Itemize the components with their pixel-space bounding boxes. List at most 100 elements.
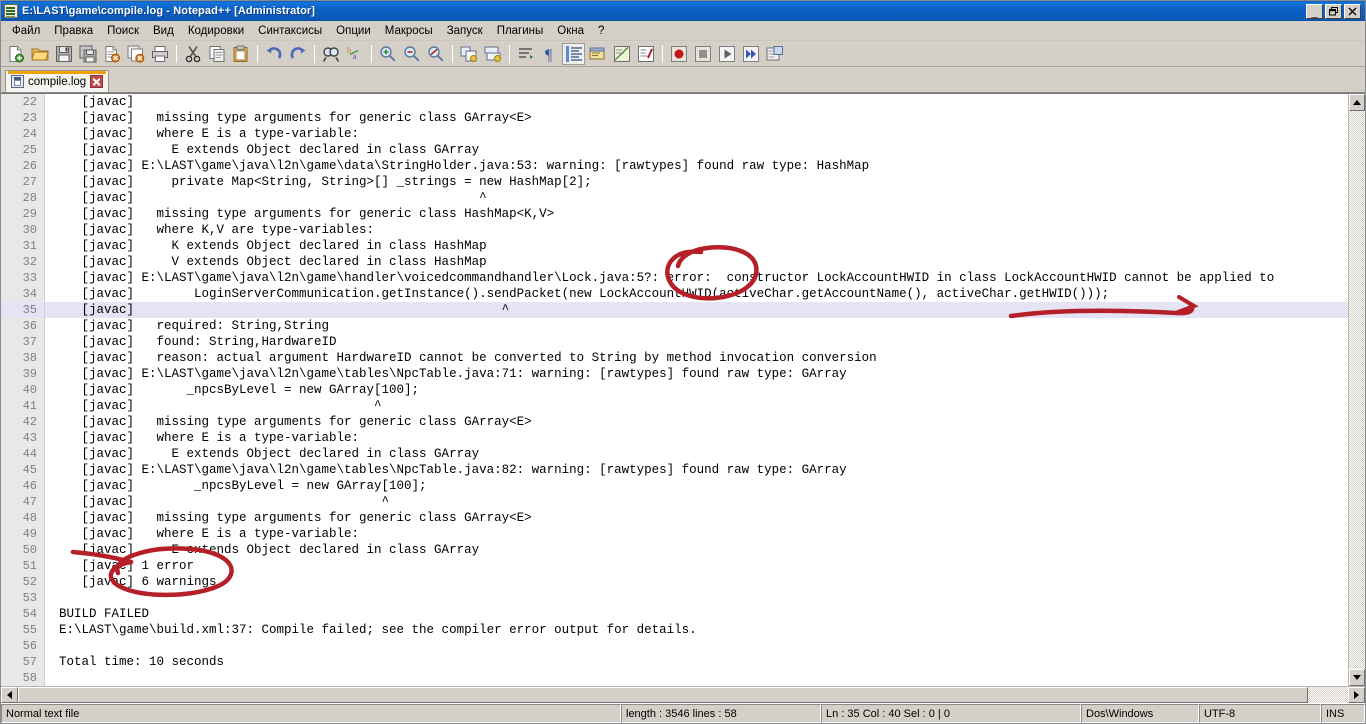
redo-icon[interactable]	[286, 43, 309, 65]
code-line[interactable]: 53	[1, 590, 1348, 606]
scroll-up-arrow[interactable]	[1349, 94, 1365, 111]
menu-encoding[interactable]: Кодировки	[181, 23, 251, 39]
vertical-scroll-track[interactable]	[1349, 111, 1365, 669]
code-line[interactable]: 55 E:\LAST\game\build.xml:37: Compile fai…	[1, 622, 1348, 638]
paste-icon[interactable]	[229, 43, 252, 65]
code-line[interactable]: 54 BUILD FAILED	[1, 606, 1348, 622]
code-line[interactable]: 26 [javac] E:\LAST\game\java\l2n\game\da…	[1, 158, 1348, 174]
code-line[interactable]: 45 [javac] E:\LAST\game\java\l2n\game\ta…	[1, 462, 1348, 478]
code-line[interactable]: 43 [javac] where E is a type-variable:	[1, 430, 1348, 446]
close-tab-icon[interactable]	[90, 75, 104, 88]
line-number: 51	[1, 558, 45, 574]
code-line[interactable]: 49 [javac] where E is a type-variable:	[1, 526, 1348, 542]
menu-plugins[interactable]: Плагины	[490, 23, 551, 39]
close-button[interactable]	[1344, 3, 1361, 19]
macro-record-icon[interactable]	[667, 43, 690, 65]
close-all-icon[interactable]	[124, 43, 147, 65]
code-line[interactable]: 31 [javac] K extends Object declared in …	[1, 238, 1348, 254]
code-line[interactable]: 29 [javac] missing type arguments for ge…	[1, 206, 1348, 222]
code-line[interactable]: 35 [javac] ^	[1, 302, 1348, 318]
horizontal-scroll-track[interactable]	[1308, 687, 1348, 703]
line-text: [javac] private Map<String, String>[] _s…	[59, 175, 592, 189]
code-line[interactable]: 32 [javac] V extends Object declared in …	[1, 254, 1348, 270]
code-line[interactable]: 56	[1, 638, 1348, 654]
horizontal-scroll-thumb[interactable]	[18, 687, 1308, 703]
save-icon[interactable]	[52, 43, 75, 65]
code-line[interactable]: 47 [javac] ^	[1, 494, 1348, 510]
show-all-chars-icon[interactable]: ¶	[538, 43, 561, 65]
code-line[interactable]: 33 [javac] E:\LAST\game\java\l2n\game\ha…	[1, 270, 1348, 286]
code-line[interactable]: 27 [javac] private Map<String, String>[]…	[1, 174, 1348, 190]
undo-icon[interactable]	[262, 43, 285, 65]
horizontal-scrollbar[interactable]	[1, 686, 1365, 703]
scroll-left-arrow[interactable]	[1, 687, 18, 703]
code-line[interactable]: 42 [javac] missing type arguments for ge…	[1, 414, 1348, 430]
code-line[interactable]: 39 [javac] E:\LAST\game\java\l2n\game\ta…	[1, 366, 1348, 382]
scroll-down-arrow[interactable]	[1349, 669, 1365, 686]
open-file-icon[interactable]	[28, 43, 51, 65]
menu-language[interactable]: Синтаксисы	[251, 23, 329, 39]
user-defined-dialog-icon[interactable]	[586, 43, 609, 65]
function-list-icon[interactable]	[634, 43, 657, 65]
find-icon[interactable]	[319, 43, 342, 65]
code-line[interactable]: 50 [javac] E extends Object declared in …	[1, 542, 1348, 558]
indent-guide-icon[interactable]	[562, 42, 585, 65]
code-line[interactable]: 57 Total time: 10 seconds	[1, 654, 1348, 670]
cut-icon[interactable]	[181, 43, 204, 65]
macro-play-icon[interactable]	[715, 43, 738, 65]
minimize-button[interactable]: _	[1306, 3, 1323, 19]
code-line[interactable]: 24 [javac] where E is a type-variable:	[1, 126, 1348, 142]
menu-macro[interactable]: Макросы	[378, 23, 440, 39]
save-all-icon[interactable]	[76, 43, 99, 65]
macro-save-icon[interactable]	[763, 43, 786, 65]
code-line[interactable]: 23 [javac] missing type arguments for ge…	[1, 110, 1348, 126]
code-line[interactable]: 34 [javac] LoginServerCommunication.getI…	[1, 286, 1348, 302]
menu-run[interactable]: Запуск	[440, 23, 490, 39]
macro-stop-icon[interactable]	[691, 43, 714, 65]
code-line[interactable]: 44 [javac] E extends Object declared in …	[1, 446, 1348, 462]
document-map-icon[interactable]	[610, 43, 633, 65]
replace-icon[interactable]: ba	[343, 43, 366, 65]
code-line[interactable]: 46 [javac] _npcsByLevel = new GArray[100…	[1, 478, 1348, 494]
line-text: BUILD FAILED	[59, 607, 150, 621]
print-icon[interactable]	[148, 43, 171, 65]
text-editor[interactable]: 22 [javac] 23 [javac] missing type argume…	[1, 94, 1348, 686]
new-file-icon[interactable]	[4, 43, 27, 65]
line-number: 24	[1, 126, 45, 142]
code-line[interactable]: 51 [javac] 1 error	[1, 558, 1348, 574]
menu-settings[interactable]: Опции	[329, 23, 378, 39]
menu-view[interactable]: Вид	[146, 23, 181, 39]
menu-window[interactable]: Окна	[550, 23, 591, 39]
scroll-right-arrow[interactable]	[1348, 687, 1365, 703]
tab-compile-log[interactable]: compile.log	[5, 70, 110, 92]
menu-help[interactable]: ?	[591, 23, 611, 39]
code-line[interactable]: 28 [javac] ^	[1, 190, 1348, 206]
code-line[interactable]: 41 [javac] ^	[1, 398, 1348, 414]
sync-vertical-scroll-icon[interactable]	[457, 43, 480, 65]
menu-file[interactable]: Файл	[5, 23, 47, 39]
close-file-icon[interactable]	[100, 43, 123, 65]
menu-search[interactable]: Поиск	[100, 23, 146, 39]
copy-icon[interactable]	[205, 43, 228, 65]
code-line[interactable]: 25 [javac] E extends Object declared in …	[1, 142, 1348, 158]
restore-button[interactable]	[1325, 3, 1342, 19]
code-line[interactable]: 38 [javac] reason: actual argument Hardw…	[1, 350, 1348, 366]
code-line[interactable]: 30 [javac] where K,V are type-variables:	[1, 222, 1348, 238]
code-line[interactable]: 48 [javac] missing type arguments for ge…	[1, 510, 1348, 526]
zoom-restore-icon[interactable]	[424, 43, 447, 65]
macro-playback-multiple-icon[interactable]	[739, 43, 762, 65]
code-line[interactable]: 58	[1, 670, 1348, 686]
code-line[interactable]: 22 [javac]	[1, 94, 1348, 110]
zoom-in-icon[interactable]	[376, 43, 399, 65]
sync-horizontal-scroll-icon[interactable]	[481, 43, 504, 65]
zoom-out-icon[interactable]	[400, 43, 423, 65]
code-line[interactable]: 37 [javac] found: String,HardwareID	[1, 334, 1348, 350]
line-text: E:\LAST\game\build.xml:37: Compile faile…	[59, 623, 697, 637]
code-line[interactable]: 52 [javac] 6 warnings	[1, 574, 1348, 590]
word-wrap-icon[interactable]	[514, 43, 537, 65]
line-number: 26	[1, 158, 45, 174]
menu-edit[interactable]: Правка	[47, 23, 100, 39]
code-line[interactable]: 40 [javac] _npcsByLevel = new GArray[100…	[1, 382, 1348, 398]
vertical-scrollbar[interactable]	[1348, 94, 1365, 686]
code-line[interactable]: 36 [javac] required: String,String	[1, 318, 1348, 334]
